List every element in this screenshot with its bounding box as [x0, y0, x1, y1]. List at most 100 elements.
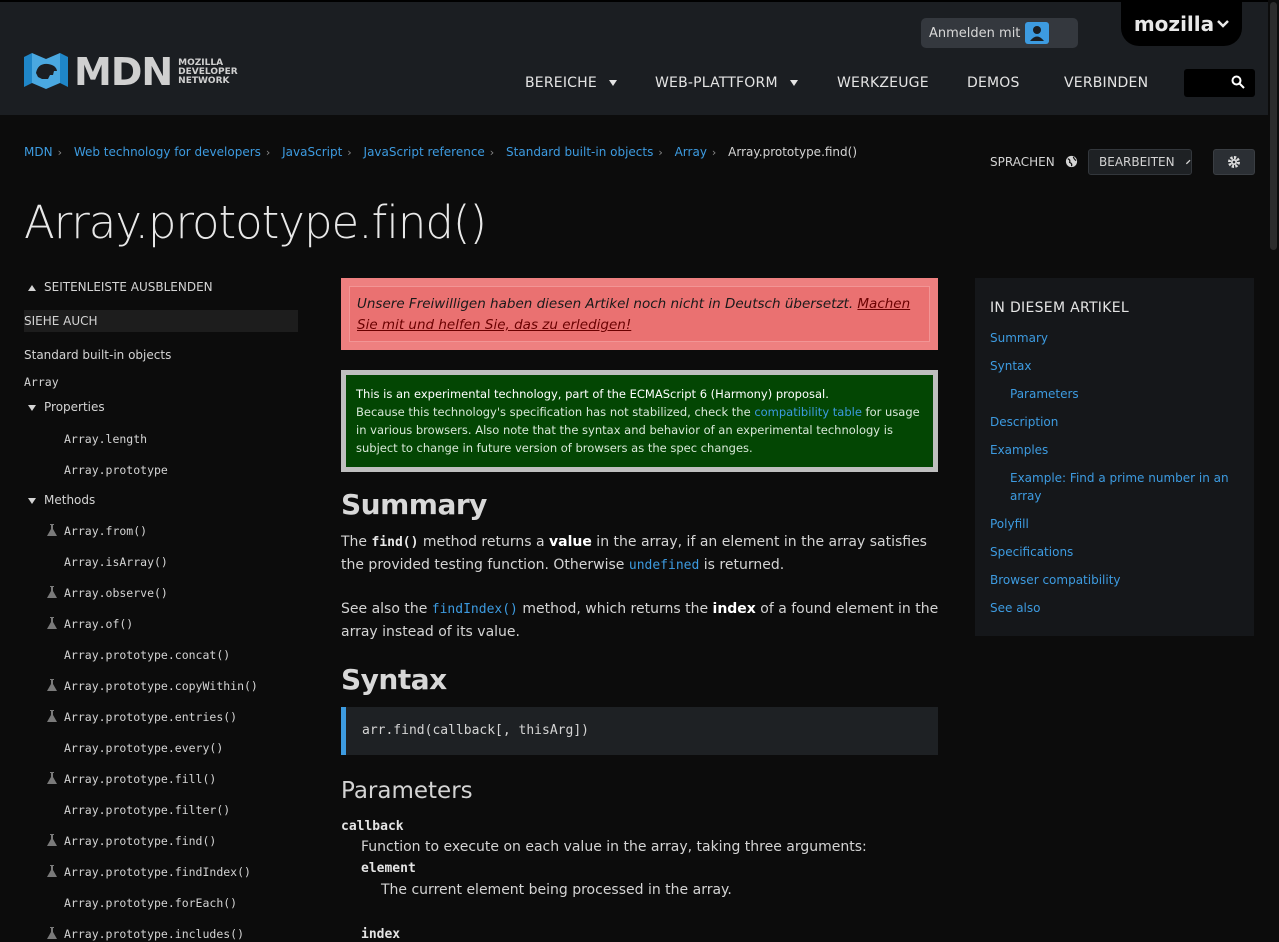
- signin-button[interactable]: Anmelden mit: [921, 18, 1078, 48]
- sidebar-method-link[interactable]: Array.prototype.copyWithin(): [64, 679, 258, 693]
- nav-bereiche[interactable]: BEREICHE: [525, 75, 617, 91]
- sidebar-method-link[interactable]: Array.prototype.find(): [64, 834, 216, 848]
- sidebar-method-link[interactable]: Array.prototype.every(): [64, 741, 223, 755]
- sidebar-link-array[interactable]: Array: [24, 375, 59, 389]
- breadcrumb-link[interactable]: Web technology for developers: [74, 145, 261, 159]
- toc-link[interactable]: Examples: [990, 441, 1048, 459]
- sidebar-link-standard-objects[interactable]: Standard built-in objects: [24, 348, 171, 362]
- nav-verbinden[interactable]: VERBINDEN: [1064, 75, 1148, 91]
- toc-link-label: See also: [990, 601, 1041, 615]
- toc-link-label: Polyfill: [990, 517, 1029, 531]
- gear-icon: [1228, 156, 1240, 168]
- properties-label: Properties: [44, 400, 105, 414]
- breadcrumb-separator: ›: [265, 146, 271, 159]
- triangle-up-icon: [28, 284, 36, 291]
- breadcrumb: MDN › Web technology for developers › Java…: [24, 145, 857, 159]
- text-span: is returned.: [699, 557, 785, 573]
- breadcrumb-link[interactable]: JavaScript reference: [364, 145, 485, 159]
- breadcrumb-separator: ›: [711, 146, 717, 159]
- flask-icon: [47, 679, 57, 694]
- page-title: Array.prototype.find(): [24, 196, 487, 249]
- inline-code: undefined: [628, 558, 700, 573]
- translation-notice-body: Unsere Freiwilligen haben diesen Artikel…: [349, 286, 930, 342]
- settings-button[interactable]: [1213, 149, 1255, 175]
- toc-link[interactable]: Summary: [990, 329, 1048, 347]
- mdn-dino-logo-icon: [24, 53, 68, 89]
- param-element-desc: The current element being processed in t…: [381, 882, 732, 898]
- toc-link[interactable]: Specifications: [990, 543, 1073, 561]
- hide-sidebar-button[interactable]: SEITENLEISTE AUSBLENDEN: [28, 280, 213, 294]
- nav-label: WERKZEUGE: [837, 75, 929, 91]
- search-input[interactable]: [1184, 69, 1255, 97]
- search-icon[interactable]: [1231, 75, 1245, 89]
- scrollbar-thumb[interactable]: [1270, 2, 1277, 250]
- sidebar-group-methods[interactable]: Methods: [28, 493, 95, 507]
- breadcrumb-link[interactable]: Array: [675, 145, 707, 159]
- edit-button[interactable]: BEARBEITEN: [1088, 149, 1192, 175]
- chevron-down-icon: [1217, 20, 1230, 28]
- text-span: See also the: [341, 601, 432, 617]
- mozilla-tab[interactable]: mozilla: [1121, 2, 1242, 46]
- summary-paragraph-2: See also the findIndex() method, which r…: [341, 598, 941, 643]
- toc-link[interactable]: Parameters: [1010, 385, 1079, 403]
- summary-paragraph-1: The find() method returns a value in the…: [341, 531, 941, 577]
- caret-down-icon: [789, 80, 798, 86]
- experimental-notice: This is an experimental technology, part…: [341, 370, 938, 472]
- experimental-notice-text: Because this technology's specification …: [356, 405, 755, 419]
- table-of-contents: IN DIESEM ARTIKEL Summary Syntax Parameter…: [975, 278, 1254, 636]
- sidebar-property-link[interactable]: Array.prototype: [64, 463, 168, 477]
- sidebar-group-properties[interactable]: Properties: [28, 400, 105, 414]
- hide-sidebar-label: SEITENLEISTE AUSBLENDEN: [44, 280, 213, 294]
- languages-button[interactable]: SPRACHEN: [990, 155, 1078, 169]
- nav-werkzeuge[interactable]: WERKZEUGE: [837, 75, 929, 91]
- nav-label: WEB-PLATTFORM: [655, 75, 778, 91]
- sidebar-method-link[interactable]: Array.prototype.findIndex(): [64, 865, 251, 879]
- toc-link-label: Syntax: [990, 359, 1032, 373]
- flask-icon: [47, 772, 57, 787]
- text-span: The: [341, 534, 372, 550]
- nav-label: DEMOS: [967, 75, 1020, 91]
- toc-link[interactable]: See also: [990, 599, 1040, 617]
- summary-heading: Summary: [341, 488, 487, 521]
- findindex-link[interactable]: findIndex(): [432, 601, 518, 617]
- nav-label: VERBINDEN: [1064, 75, 1149, 91]
- compatibility-table-link[interactable]: compatibility table: [754, 405, 862, 419]
- toc-link[interactable]: Description: [990, 413, 1058, 431]
- param-callback: callback: [341, 819, 404, 834]
- toc-link[interactable]: Browser compatibility: [990, 571, 1121, 589]
- sidebar-method-link[interactable]: Array.of(): [64, 617, 133, 631]
- flask-icon: [47, 710, 57, 725]
- sidebar-method-link[interactable]: Array.observe(): [64, 586, 168, 600]
- sidebar-method-link[interactable]: Array.prototype.concat(): [64, 648, 230, 662]
- undefined-link[interactable]: undefined: [629, 557, 699, 573]
- pencil-icon: [1185, 159, 1191, 165]
- nav-demos[interactable]: DEMOS: [967, 75, 1020, 91]
- sidebar-method-link[interactable]: Array.from(): [64, 524, 147, 538]
- mdn-logo[interactable]: MDN MOZILLA DEVELOPER NETWORK: [24, 53, 238, 91]
- text-span: method, which returns the: [517, 601, 713, 617]
- sidebar-method-link[interactable]: Array.prototype.fill(): [64, 772, 216, 786]
- sidebar-method-link[interactable]: Array.isArray(): [64, 555, 168, 569]
- sidebar-property-link[interactable]: Array.length: [64, 432, 147, 446]
- syntax-code-block: arr.find(callback[, thisArg]): [341, 707, 938, 755]
- breadcrumb-link[interactable]: MDN: [24, 145, 53, 159]
- logo-text: MDN: [74, 50, 173, 94]
- translation-notice: Unsere Freiwilligen haben diesen Artikel…: [341, 278, 938, 350]
- breadcrumb-separator: ›: [489, 146, 495, 159]
- site-header: MDN MOZILLA DEVELOPER NETWORK Anmelden m…: [0, 0, 1279, 115]
- toc-link-label: Summary: [990, 331, 1048, 345]
- breadcrumb-link[interactable]: Standard built-in objects: [506, 145, 653, 159]
- toc-link-label: Examples: [990, 443, 1049, 457]
- param-index: index: [361, 927, 401, 942]
- toc-link[interactable]: Example: Find a prime number in an array: [1010, 469, 1229, 505]
- page-scrollbar[interactable]: [1268, 0, 1279, 939]
- sidebar-method-link[interactable]: Array.prototype.forEach(): [64, 896, 237, 910]
- globe-icon: [1065, 155, 1077, 168]
- toc-link[interactable]: Polyfill: [990, 515, 1029, 533]
- breadcrumb-link[interactable]: JavaScript: [282, 145, 342, 159]
- toc-link-label: Browser compatibility: [990, 573, 1121, 587]
- toc-link[interactable]: Syntax: [990, 357, 1031, 375]
- sidebar-method-link[interactable]: Array.prototype.filter(): [64, 803, 230, 817]
- sidebar-method-link[interactable]: Array.prototype.entries(): [64, 710, 237, 724]
- nav-web-plattform[interactable]: WEB-PLATTFORM: [655, 75, 798, 91]
